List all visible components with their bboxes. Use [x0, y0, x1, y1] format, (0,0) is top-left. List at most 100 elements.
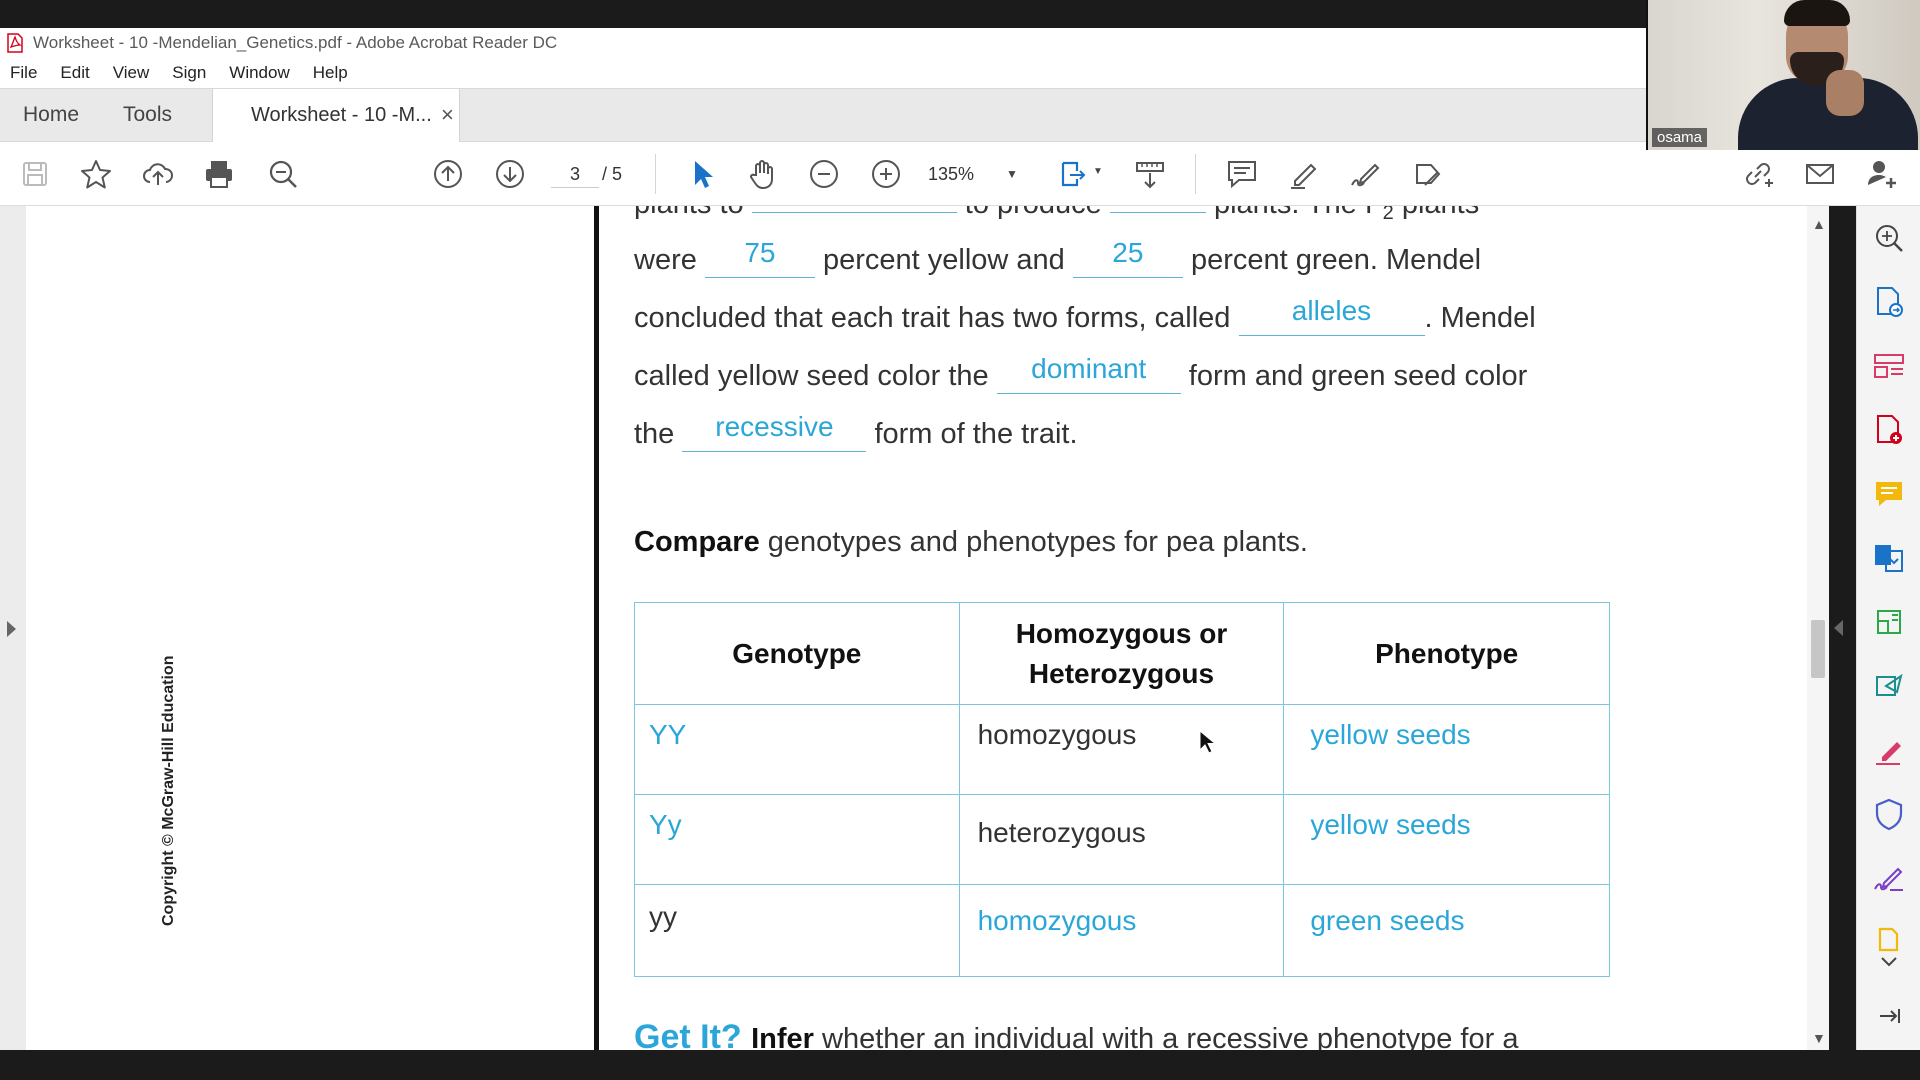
copyright-text: Copyright © McGraw-Hill Education [160, 655, 177, 926]
hand-icon[interactable] [745, 156, 781, 192]
menu-bar: File Edit View Sign Window Help [0, 58, 1646, 88]
tab-home[interactable]: Home [23, 103, 79, 127]
enhance-scan-icon[interactable] [1871, 220, 1907, 256]
collapse-right-pane-icon[interactable] [1834, 620, 1843, 636]
tab-document[interactable]: Worksheet - 10 -M... × [212, 89, 460, 143]
zoom-level-dropdown[interactable]: 135% ▼ [928, 160, 1018, 188]
combine-files-icon[interactable] [1871, 540, 1907, 576]
highlight-icon[interactable] [1286, 156, 1322, 192]
organize-pages-icon[interactable] [1871, 348, 1907, 384]
answer-blank-2: 25 [1072, 237, 1183, 278]
answer-dominant: dominant [1031, 353, 1147, 384]
edit-pdf-icon[interactable] [1871, 604, 1907, 640]
collapse-pane-icon[interactable] [1871, 998, 1907, 1034]
tab-document-label: Worksheet - 10 -M... [251, 104, 432, 126]
header-phenotype: Phenotype [1283, 602, 1610, 705]
bookmark-star-icon[interactable] [78, 156, 114, 192]
zoom-level-value: 135% [928, 164, 975, 184]
upload-cloud-icon[interactable] [140, 156, 176, 192]
search-zoom-icon[interactable] [265, 156, 301, 192]
fit-page-icon[interactable]: ▼ [1057, 156, 1103, 192]
screen: Worksheet - 10 -Mendelian_Genetics.pdf -… [0, 0, 1920, 1080]
vertical-scrollbar[interactable]: ▲ ▼ [1807, 206, 1829, 1050]
print-icon[interactable] [201, 156, 237, 192]
chevron-down-icon[interactable] [1871, 950, 1907, 974]
acrobat-pdf-icon [6, 33, 24, 53]
get-it-prompt: Get It? Infer whether an individual with… [634, 1018, 1519, 1050]
cell-zygosity: homozygous [958, 884, 1285, 977]
text-line-2: concluded that each trait has two forms,… [634, 295, 1536, 336]
tab-close-icon[interactable]: × [441, 102, 454, 128]
page-count: / 5 [602, 164, 623, 184]
export-pdf-icon[interactable] [1871, 284, 1907, 320]
answer-blank-1: 75 [704, 237, 815, 278]
title-bar: Worksheet - 10 -Mendelian_Genetics.pdf -… [0, 28, 1646, 58]
email-icon[interactable] [1802, 156, 1838, 192]
text-line-0: plants to to produce plants. The F2 plan… [634, 206, 1479, 225]
menu-view[interactable]: View [113, 63, 150, 83]
cell-genotype: Yy [634, 794, 960, 885]
person-hand [1826, 70, 1864, 116]
add-user-icon[interactable] [1864, 156, 1900, 192]
header-genotype: Genotype [634, 602, 960, 705]
page-number-input[interactable]: 3 [551, 160, 599, 188]
table-header-row: Genotype Homozygous or Heterozygous Pheno… [634, 602, 1610, 705]
cell-zygosity: heterozygous [958, 794, 1285, 885]
protect-icon[interactable] [1871, 796, 1907, 832]
toolbar-divider [1195, 154, 1196, 194]
genotype-table: Genotype Homozygous or Heterozygous Pheno… [634, 602, 1610, 977]
create-pdf-icon[interactable] [1871, 412, 1907, 448]
zoom-in-icon[interactable] [868, 156, 904, 192]
scroll-thumb[interactable] [1811, 620, 1825, 678]
text-line-3: called yellow seed color the dominant fo… [634, 353, 1528, 394]
fill-sign-icon[interactable] [1871, 732, 1907, 768]
page-down-icon[interactable] [492, 156, 528, 192]
toolbar-divider [655, 154, 656, 194]
answer-blank-4: dominant [996, 353, 1181, 394]
comment-icon[interactable] [1224, 156, 1260, 192]
toolbar: 3 / 5 135% ▼ ▼ [0, 142, 1920, 206]
header-zygosity: Homozygous or Heterozygous [958, 602, 1285, 705]
scroll-up-icon[interactable]: ▲ [1812, 216, 1826, 232]
top-black-strip [0, 0, 1920, 28]
answer-75: 75 [744, 237, 776, 268]
expand-pane-icon[interactable] [7, 621, 16, 637]
page-up-icon[interactable] [430, 156, 466, 192]
cell-phenotype: yellow seeds [1283, 794, 1610, 885]
tab-bar: Home Tools Worksheet - 10 -M... × [0, 88, 1920, 143]
zoom-out-icon[interactable] [806, 156, 842, 192]
scroll-down-icon[interactable]: ▼ [1812, 1030, 1826, 1046]
menu-edit[interactable]: Edit [60, 63, 89, 83]
menu-file[interactable]: File [10, 63, 37, 83]
scroll-mode-icon[interactable] [1132, 156, 1168, 192]
answer-blank-3: alleles [1238, 295, 1425, 336]
window-title: Worksheet - 10 -Mendelian_Genetics.pdf -… [33, 33, 558, 52]
stamp-icon[interactable] [1410, 156, 1446, 192]
send-for-review-icon[interactable] [1871, 668, 1907, 704]
answer-blank [751, 212, 957, 213]
comment-tool-icon[interactable] [1871, 476, 1907, 512]
answer-alleles: alleles [1291, 295, 1372, 326]
pdf-page: plants to to produce plants. The F2 plan… [599, 206, 1807, 1050]
participant-name: osama [1652, 128, 1708, 147]
webcam-video-overlay: osama [1646, 0, 1920, 150]
menu-help[interactable]: Help [313, 63, 348, 83]
text-line-1: were 75 percent yellow and 25 percent gr… [634, 237, 1482, 278]
mouse-cursor-icon [1199, 730, 1215, 754]
menu-window[interactable]: Window [229, 63, 289, 83]
sign-icon[interactable] [1348, 156, 1384, 192]
cell-phenotype: yellow seeds [1283, 704, 1610, 795]
cell-genotype: yy [634, 884, 960, 977]
tab-tools[interactable]: Tools [123, 103, 172, 127]
share-link-icon[interactable] [1740, 156, 1776, 192]
cell-genotype: YY [634, 704, 960, 795]
right-tools-pane [1856, 206, 1920, 1050]
select-cursor-icon[interactable] [684, 156, 720, 192]
request-signature-icon[interactable] [1871, 860, 1907, 896]
left-navigation-pane[interactable] [0, 206, 26, 1050]
menu-sign[interactable]: Sign [172, 63, 206, 83]
save-icon[interactable] [17, 156, 53, 192]
answer-blank [1109, 212, 1206, 213]
table-row: yy homozygous green seeds [634, 884, 1610, 977]
table-row: Yy heterozygous yellow seeds [634, 794, 1610, 885]
